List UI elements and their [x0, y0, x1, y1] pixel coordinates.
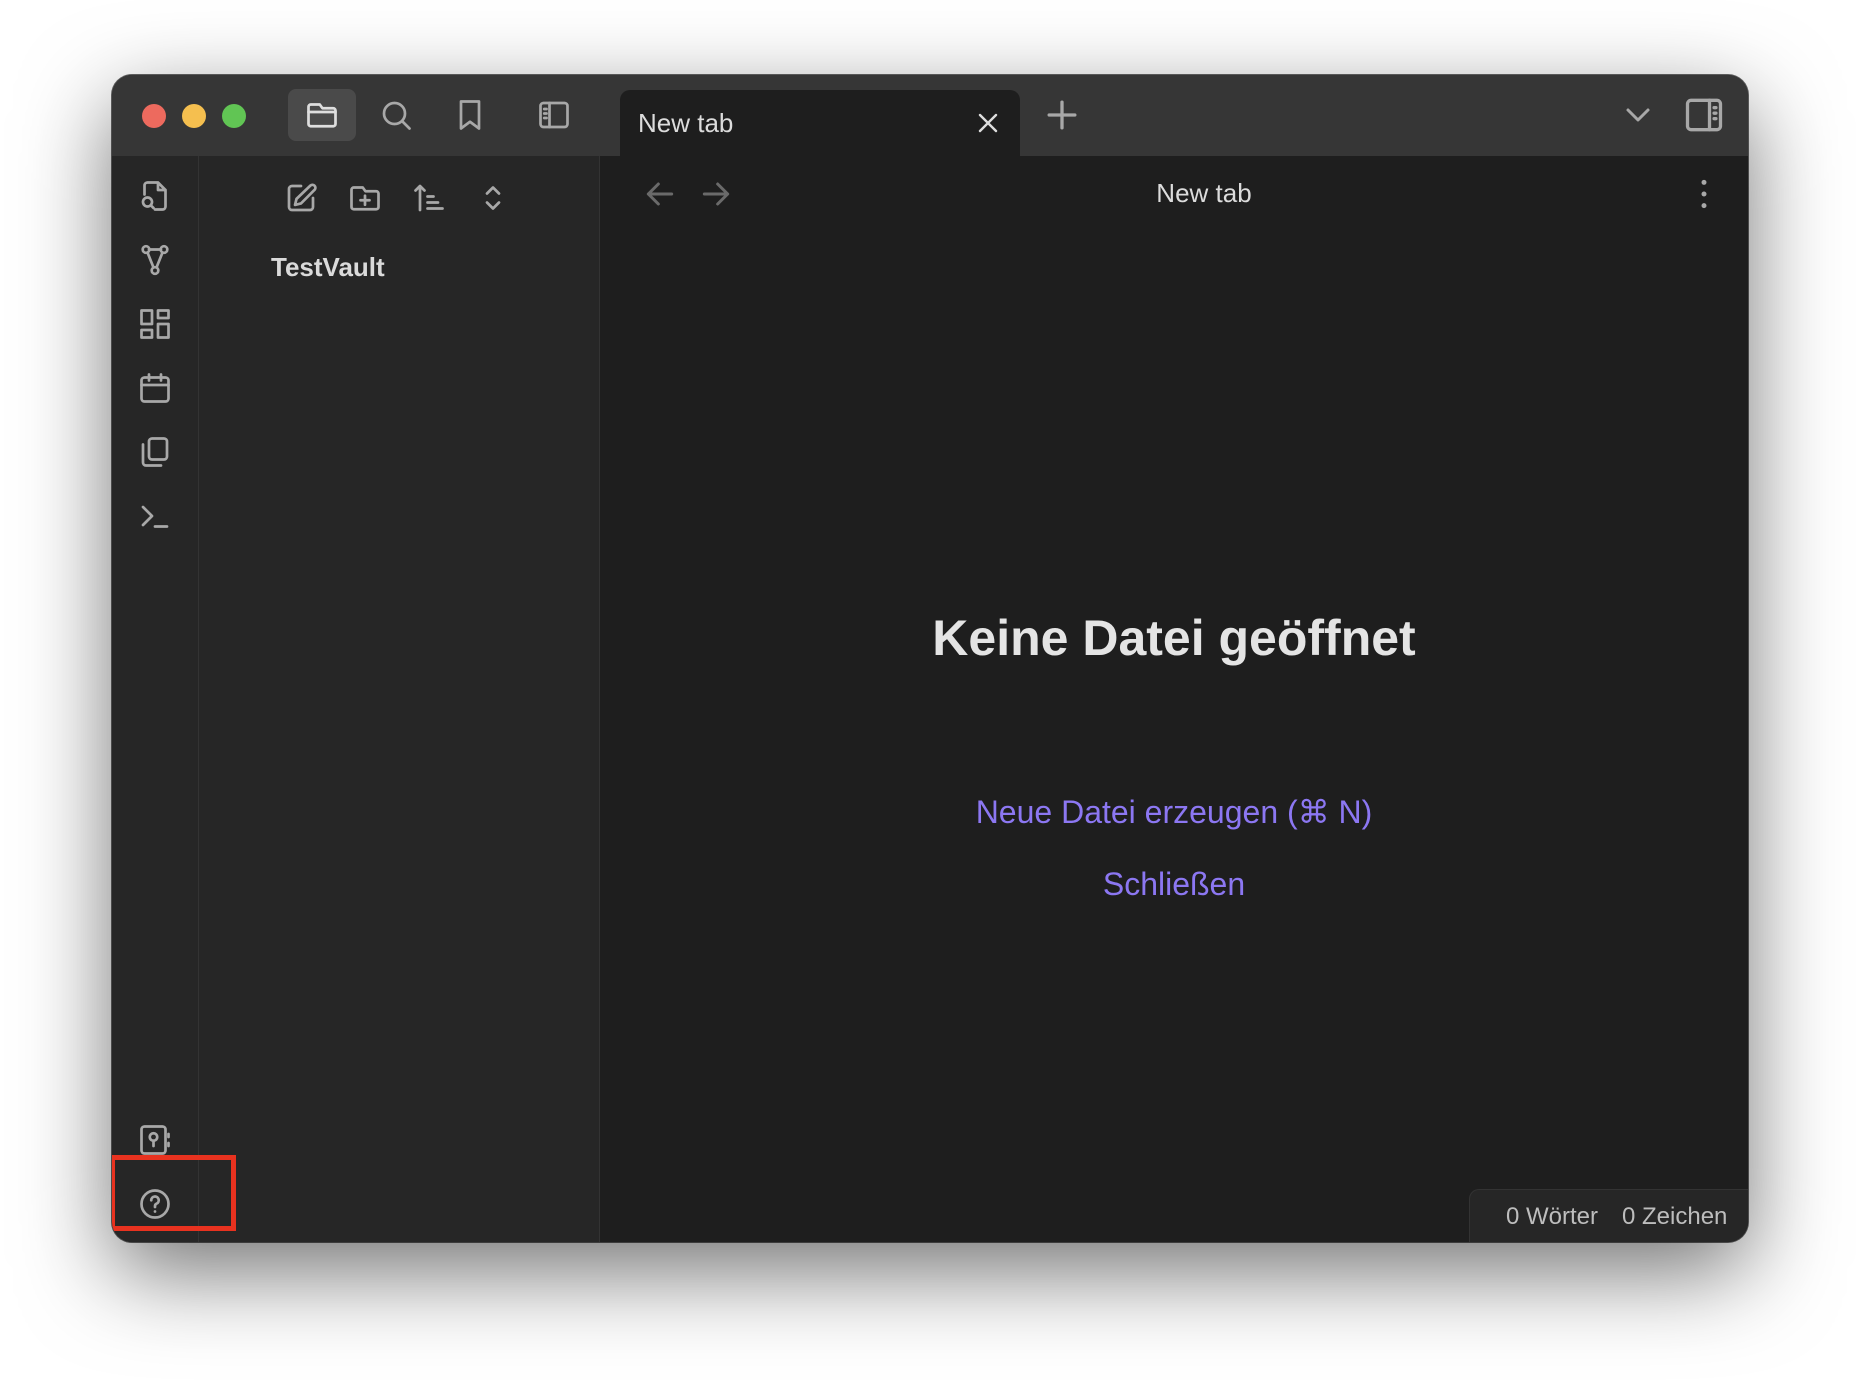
- ribbon-templates[interactable]: [133, 430, 177, 474]
- search-icon: [382, 101, 411, 130]
- new-folder-button[interactable]: [343, 176, 387, 220]
- create-new-file-link[interactable]: Neue Datei erzeugen (⌘ N): [600, 793, 1748, 831]
- ribbon-graph-view[interactable]: [133, 238, 177, 282]
- status-bar: 0 Wörter 0 Zeichen: [1469, 1189, 1748, 1242]
- graph-icon: [141, 244, 169, 276]
- bookmark-icon: [459, 100, 481, 130]
- ribbon-command-palette[interactable]: [133, 494, 177, 538]
- empty-state-heading: Keine Datei geöffnet: [932, 610, 1416, 666]
- minimize-window-button[interactable]: [182, 104, 206, 128]
- ribbon: [112, 156, 199, 1242]
- title-bar: New tab: [112, 75, 1748, 156]
- new-tab-button[interactable]: [1040, 93, 1084, 137]
- ribbon-help[interactable]: [133, 1182, 177, 1226]
- vault-name[interactable]: TestVault: [271, 252, 385, 283]
- collapse-icon: [485, 186, 501, 210]
- chevron-down-icon: [1626, 108, 1650, 122]
- search-button[interactable]: [362, 89, 430, 141]
- tab-label: New tab: [638, 108, 734, 138]
- main-view: New tab Keine Datei geöffnet Neue Datei …: [600, 156, 1748, 1242]
- tab-list-button[interactable]: [1618, 95, 1658, 135]
- bookmarks-button[interactable]: [436, 89, 504, 141]
- terminal-icon: [141, 505, 169, 528]
- sidebar-right-icon: [1685, 98, 1723, 132]
- tab-new-tab[interactable]: New tab: [620, 90, 1020, 156]
- new-folder-icon: [350, 186, 380, 211]
- toggle-left-sidebar-button[interactable]: [520, 89, 588, 141]
- toggle-right-sidebar-button[interactable]: [1682, 93, 1726, 137]
- app-window: New tab TestVault New tab Keine Datei ge…: [112, 75, 1748, 1242]
- close-icon: [978, 113, 998, 133]
- word-count: 0 Wörter: [1506, 1203, 1599, 1230]
- close-tab-link[interactable]: Schließen: [600, 866, 1748, 903]
- character-count: 0 Zeichen: [1622, 1203, 1728, 1230]
- more-vertical-icon: [1701, 179, 1707, 209]
- more-options-button[interactable]: [1684, 174, 1724, 214]
- copy-icon: [141, 437, 169, 467]
- collapse-all-button[interactable]: [471, 176, 515, 220]
- help-icon: [140, 1189, 170, 1219]
- file-explorer-panel: TestVault: [199, 156, 600, 1242]
- sidebar-left-icon: [539, 101, 569, 129]
- calendar-icon: [140, 373, 170, 403]
- tab-close-button[interactable]: [972, 107, 1004, 139]
- close-window-button[interactable]: [142, 104, 166, 128]
- new-note-button[interactable]: [279, 176, 323, 220]
- vault-switcher-icon: [140, 1125, 170, 1155]
- sort-icon: [414, 184, 444, 212]
- layout-grid-icon: [140, 309, 170, 339]
- sort-button[interactable]: [407, 176, 451, 220]
- zoom-window-button[interactable]: [222, 104, 246, 128]
- ribbon-canvas[interactable]: [133, 302, 177, 346]
- new-note-icon: [287, 183, 317, 212]
- file-explorer-button[interactable]: [288, 89, 356, 141]
- view-title: New tab: [1156, 178, 1252, 208]
- plus-icon: [1047, 100, 1077, 130]
- ribbon-vault-switcher[interactable]: [133, 1118, 177, 1162]
- ribbon-daily-note[interactable]: [133, 366, 177, 410]
- file-search-icon: [141, 181, 167, 211]
- ribbon-quick-switcher[interactable]: [133, 174, 177, 218]
- folder-icon: [307, 103, 337, 128]
